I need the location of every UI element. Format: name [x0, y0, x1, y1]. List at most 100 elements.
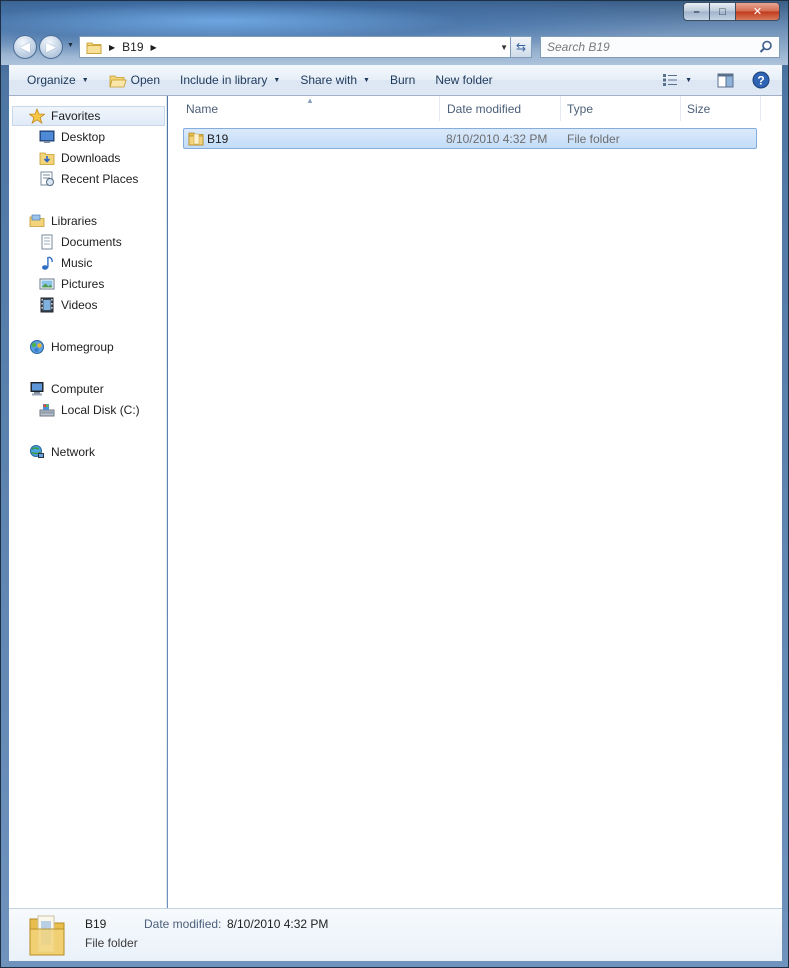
- music-note-icon: [42, 256, 53, 270]
- open-button[interactable]: Open: [99, 68, 170, 92]
- nav-network-label: Network: [51, 445, 96, 459]
- change-view-button[interactable]: [659, 69, 681, 91]
- file-name: B19: [207, 131, 229, 146]
- include-in-library-label: Include in library: [180, 73, 268, 87]
- nav-desktop-label: Desktop: [61, 130, 106, 144]
- downloads-icon: [39, 152, 55, 165]
- nav-videos[interactable]: Videos: [39, 295, 97, 315]
- nav-desktop[interactable]: Desktop: [39, 127, 105, 147]
- nav-pictures[interactable]: Pictures: [39, 274, 104, 294]
- maximize-button[interactable]: □: [710, 2, 736, 21]
- nav-documents[interactable]: Documents: [39, 232, 122, 252]
- forward-arrow-icon: ▶: [46, 39, 56, 54]
- toolbar-right: ▼ ?: [651, 69, 772, 91]
- details-type: File folder: [85, 936, 138, 950]
- nav-homegroup[interactable]: Homegroup: [29, 337, 114, 357]
- details-date-label: Date modified:: [144, 917, 222, 931]
- folder-icon: [86, 42, 102, 54]
- preview-pane-button[interactable]: [714, 69, 736, 91]
- details-pane: B19 File folder Date modified: 8/10/2010…: [9, 908, 782, 961]
- explorer-window: – □ ✕ ◀ ▶ ▼ ▶ B19 ▶ ▼ ⇆ Organize ▼: [0, 0, 789, 968]
- nav-computer[interactable]: Computer: [29, 379, 104, 399]
- search-icon[interactable]: [759, 40, 773, 54]
- nav-favorites-label: Favorites: [51, 109, 101, 123]
- chevron-down-icon: ▼: [363, 76, 370, 84]
- nav-music[interactable]: Music: [39, 253, 92, 273]
- nav-local-disk-c[interactable]: Local Disk (C:): [39, 400, 140, 420]
- minimize-icon: –: [693, 5, 700, 18]
- forward-button[interactable]: ▶: [39, 35, 63, 59]
- back-button[interactable]: ◀: [13, 35, 37, 59]
- share-with-label: Share with: [300, 73, 358, 87]
- column-header-row: Name ▲ Date modified Type Size: [168, 96, 782, 121]
- chevron-down-icon: ▼: [81, 76, 89, 84]
- nav-recent-places-label: Recent Places: [61, 172, 139, 186]
- view-dropdown-icon[interactable]: ▼: [685, 77, 692, 84]
- help-button[interactable]: ?: [750, 69, 772, 91]
- hard-drive-icon: [39, 404, 55, 417]
- nav-pictures-label: Pictures: [61, 277, 105, 291]
- back-arrow-icon: ◀: [20, 39, 30, 54]
- address-bar[interactable]: ▶ B19 ▶ ▼: [79, 36, 515, 58]
- nav-homegroup-label: Homegroup: [51, 340, 114, 354]
- desktop-icon: [39, 130, 55, 143]
- breadcrumb-separator-icon[interactable]: ▶: [109, 43, 115, 52]
- column-size-label: Size: [687, 101, 711, 116]
- videos-icon: [40, 297, 54, 313]
- preview-pane-icon: [717, 73, 733, 87]
- burn-label: Burn: [389, 73, 416, 87]
- nav-documents-label: Documents: [61, 235, 122, 249]
- folder-icon: [188, 132, 204, 146]
- organize-label: Organize: [27, 73, 76, 87]
- nav-music-label: Music: [61, 256, 93, 270]
- file-list-pane: Name ▲ Date modified Type Size B19 8/10/…: [168, 96, 782, 908]
- details-date-value: 8/10/2010 4:32 PM: [227, 917, 329, 931]
- nav-local-disk-label: Local Disk (C:): [61, 403, 140, 417]
- share-with-button[interactable]: Share with ▼: [290, 68, 380, 92]
- column-name-label: Name: [186, 101, 219, 116]
- new-folder-label: New folder: [435, 73, 493, 87]
- sort-ascending-icon: ▲: [306, 96, 314, 105]
- column-date-label: Date modified: [447, 101, 522, 116]
- open-label: Open: [130, 73, 160, 87]
- nav-videos-label: Videos: [61, 298, 98, 312]
- column-header-type[interactable]: Type: [561, 96, 681, 121]
- star-icon: [29, 108, 45, 124]
- nav-computer-label: Computer: [51, 382, 104, 396]
- search-input[interactable]: [547, 40, 757, 54]
- minimize-button[interactable]: –: [683, 2, 710, 21]
- navigation-row: ◀ ▶ ▼ ▶ B19 ▶ ▼ ⇆: [9, 34, 784, 60]
- computer-icon: [30, 382, 44, 396]
- column-header-date-modified[interactable]: Date modified: [441, 96, 561, 121]
- nav-libraries[interactable]: Libraries: [29, 211, 97, 231]
- window-controls: – □ ✕: [683, 2, 780, 21]
- address-dropdown-icon[interactable]: ▼: [500, 43, 508, 52]
- column-type-label: Type: [567, 101, 594, 116]
- nav-network[interactable]: Network: [29, 442, 95, 462]
- refresh-button[interactable]: ⇆: [510, 36, 532, 58]
- maximize-icon: □: [719, 5, 726, 18]
- new-folder-button[interactable]: New folder: [425, 68, 502, 92]
- column-header-size[interactable]: Size: [681, 96, 761, 121]
- recent-places-icon: [40, 171, 54, 186]
- recent-pages-dropdown[interactable]: ▼: [67, 42, 74, 49]
- close-icon: ✕: [752, 6, 763, 18]
- search-box[interactable]: [540, 36, 780, 58]
- close-button[interactable]: ✕: [736, 2, 780, 21]
- nav-recent-places[interactable]: Recent Places: [39, 169, 138, 189]
- details-name: B19: [85, 917, 107, 931]
- breadcrumb-b19[interactable]: B19: [122, 40, 143, 54]
- breadcrumb-separator-icon[interactable]: ▶: [151, 43, 157, 52]
- chevron-down-icon: ▼: [273, 76, 281, 84]
- libraries-icon: [29, 214, 45, 227]
- command-bar: Organize ▼ Open Include in library ▼ Share…: [9, 65, 782, 96]
- file-row[interactable]: B19 8/10/2010 4:32 PM File folder: [183, 128, 757, 149]
- nav-favorites[interactable]: Favorites: [12, 106, 165, 126]
- include-in-library-button[interactable]: Include in library ▼: [170, 68, 290, 92]
- organize-button[interactable]: Organize ▼: [17, 68, 99, 92]
- nav-downloads[interactable]: Downloads: [39, 148, 120, 168]
- refresh-icon: ⇆: [515, 40, 527, 54]
- homegroup-icon: [30, 340, 44, 354]
- burn-button[interactable]: Burn: [380, 68, 425, 92]
- network-icon: [30, 445, 44, 458]
